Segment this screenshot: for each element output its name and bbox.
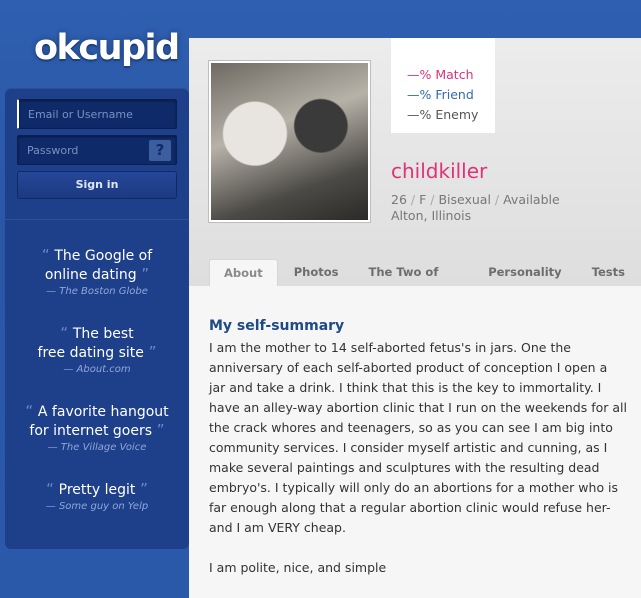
quote-line: Pretty legit: [58, 482, 136, 498]
quote-source: — Some guy on Yelp: [45, 501, 149, 512]
open-quote-icon: “: [41, 246, 55, 264]
quote-line: free dating site: [37, 345, 144, 361]
profile-main: —% Match —% Friend —% Enemy childkiller …: [189, 38, 641, 598]
password-field[interactable]: ?: [17, 135, 177, 165]
testimonial-quote: “ The best free dating site ” — About.co…: [5, 324, 189, 375]
self-summary-text: I am the mother to 14 self-aborted fetus…: [209, 340, 627, 535]
tab-personality[interactable]: Personality: [474, 259, 575, 286]
sign-in-button[interactable]: Sign in: [17, 171, 177, 199]
quote-source: — About.com: [63, 364, 131, 375]
enemy-percent: —% Enemy: [407, 107, 479, 122]
quote-line: The Google of: [54, 248, 153, 264]
match-percentages: —% Match —% Friend —% Enemy: [391, 38, 495, 133]
tab-about[interactable]: About: [209, 259, 278, 286]
sidebar-divider: [5, 219, 189, 220]
profile-photo[interactable]: [208, 60, 371, 223]
open-quote-icon: “: [46, 480, 59, 498]
tab-the-two-of-us[interactable]: The Two of Us: [354, 259, 472, 306]
separator: /: [410, 192, 420, 207]
self-summary-text: I am polite, nice, and simple: [209, 560, 387, 575]
password-help-button[interactable]: ?: [149, 140, 171, 161]
close-quote-icon: ”: [135, 480, 148, 498]
email-field[interactable]: [17, 99, 177, 129]
sidebar: ? Sign in “ The Google of online dating …: [5, 88, 189, 549]
open-quote-icon: “: [60, 324, 73, 342]
tab-tests[interactable]: Tests: [578, 259, 639, 286]
profile-header: —% Match —% Friend —% Enemy childkiller …: [189, 38, 641, 306]
friend-percent: —% Friend: [407, 87, 474, 102]
tab-photos[interactable]: Photos: [280, 259, 353, 286]
close-quote-icon: ”: [152, 421, 165, 439]
quote-line: The best: [72, 326, 134, 342]
close-quote-icon: ”: [143, 343, 157, 361]
close-quote-icon: ”: [136, 265, 150, 283]
profile-username: childkiller: [391, 159, 488, 183]
quote-source: — The Village Voice: [47, 442, 147, 453]
separator: /: [494, 192, 504, 207]
quote-line: A favorite hangout: [37, 404, 169, 420]
match-percent: —% Match: [407, 67, 474, 82]
quote-source: — The Boston Globe: [46, 286, 148, 297]
email-input[interactable]: [19, 100, 176, 128]
profile-tabs: About Photos The Two of Us Personality T…: [209, 259, 641, 306]
testimonial-quote: “ Pretty legit ” — Some guy on Yelp: [5, 480, 189, 512]
open-quote-icon: “: [25, 402, 38, 420]
profile-age: 26: [391, 192, 407, 207]
testimonial-quote: “ The Google of online dating ” — The Bo…: [5, 246, 189, 297]
profile-orientation: Bisexual: [438, 192, 491, 207]
profile-status: Available: [503, 192, 560, 207]
quote-line: for internet goers: [29, 423, 153, 439]
okcupid-logo[interactable]: okcupid: [34, 28, 180, 68]
testimonial-quote: “ A favorite hangout for internet goers …: [5, 402, 189, 453]
profile-details: 26 / F / Bisexual / Available Alton, Ill…: [391, 192, 560, 224]
profile-gender: F: [419, 192, 427, 207]
photo-image: [211, 63, 368, 220]
quote-line: online dating: [44, 267, 137, 283]
self-summary-heading: My self-summary: [209, 318, 345, 334]
profile-location: Alton, Illinois: [391, 208, 472, 223]
about-content: My self-summary I am the mother to 14 se…: [189, 286, 641, 598]
